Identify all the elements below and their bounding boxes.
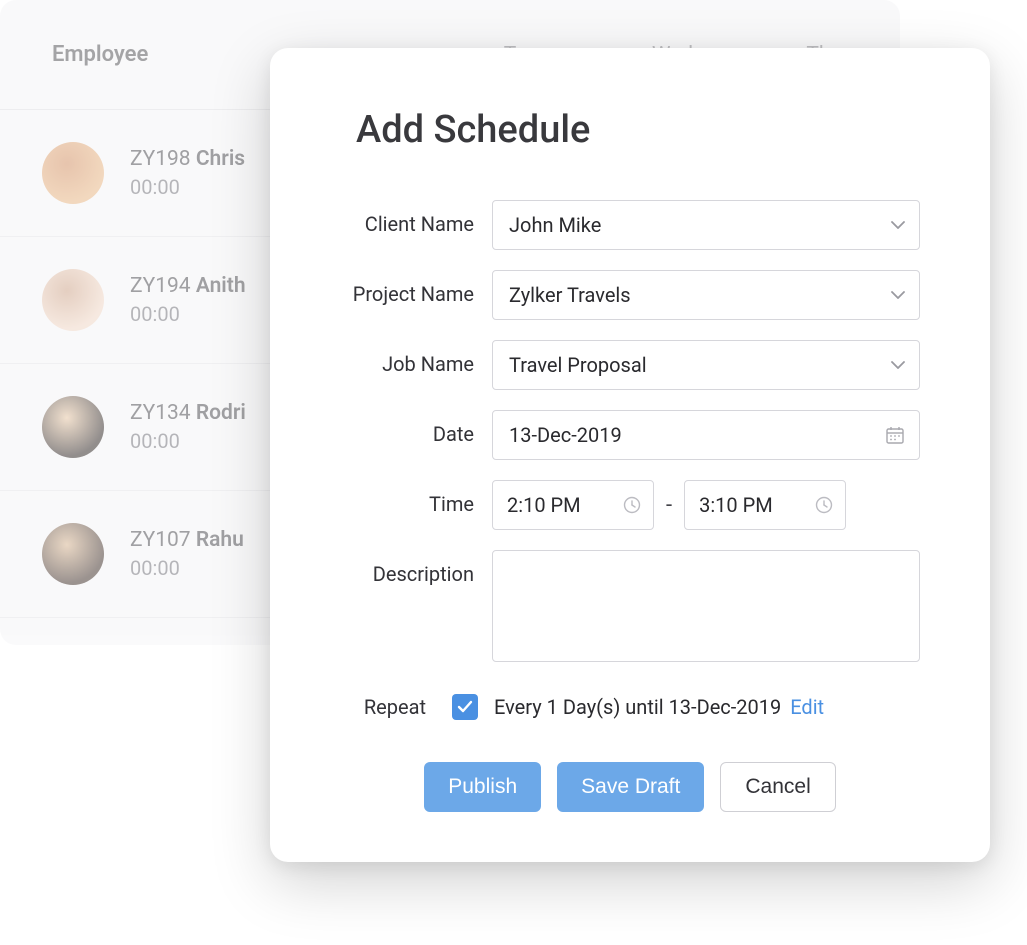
project-name-value: Zylker Travels: [509, 283, 631, 307]
employee-time: 00:00: [130, 556, 244, 580]
employee-id-name: ZY194 Anith: [130, 274, 246, 298]
client-name-label: Client Name: [340, 200, 492, 236]
repeat-checkbox[interactable]: [452, 694, 478, 720]
time-separator: -: [666, 493, 672, 518]
description-label: Description: [340, 550, 492, 586]
project-name-select[interactable]: Zylker Travels: [492, 270, 920, 320]
job-name-select[interactable]: Travel Proposal: [492, 340, 920, 390]
avatar: [42, 396, 104, 458]
time-end-value: 3:10 PM: [699, 493, 773, 517]
job-name-label: Job Name: [340, 340, 492, 376]
date-value: 13-Dec-2019: [509, 423, 622, 447]
project-name-label: Project Name: [340, 270, 492, 306]
check-icon: [457, 700, 473, 714]
employee-id-name: ZY134 Rodri: [130, 401, 246, 425]
time-start-value: 2:10 PM: [507, 493, 581, 517]
chevron-down-icon: [891, 291, 905, 299]
job-name-value: Travel Proposal: [509, 353, 647, 377]
client-name-value: John Mike: [509, 213, 601, 237]
time-end-input[interactable]: 3:10 PM: [684, 480, 846, 530]
save-draft-button[interactable]: Save Draft: [557, 762, 704, 812]
calendar-icon: [885, 425, 905, 445]
clock-icon: [815, 496, 833, 514]
time-start-input[interactable]: 2:10 PM: [492, 480, 654, 530]
time-label: Time: [340, 480, 492, 516]
chevron-down-icon: [891, 361, 905, 369]
add-schedule-modal: Add Schedule Client Name John Mike Proje…: [270, 48, 990, 862]
repeat-edit-link[interactable]: Edit: [790, 695, 824, 719]
employee-id-name: ZY107 Rahu: [130, 528, 244, 552]
employee-time: 00:00: [130, 175, 245, 199]
cancel-button[interactable]: Cancel: [720, 762, 835, 812]
avatar: [42, 523, 104, 585]
date-input[interactable]: 13-Dec-2019: [492, 410, 920, 460]
chevron-down-icon: [891, 221, 905, 229]
modal-title: Add Schedule: [356, 108, 920, 152]
employee-time: 00:00: [130, 429, 246, 453]
avatar: [42, 269, 104, 331]
employee-time: 00:00: [130, 302, 246, 326]
employee-id-name: ZY198 Chris: [130, 147, 245, 171]
repeat-label: Repeat: [340, 695, 452, 719]
repeat-text: Every 1 Day(s) until 13-Dec-2019 Edit: [494, 695, 824, 719]
publish-button[interactable]: Publish: [424, 762, 541, 812]
description-textarea[interactable]: [492, 550, 920, 662]
client-name-select[interactable]: John Mike: [492, 200, 920, 250]
clock-icon: [623, 496, 641, 514]
date-label: Date: [340, 410, 492, 446]
avatar: [42, 142, 104, 204]
